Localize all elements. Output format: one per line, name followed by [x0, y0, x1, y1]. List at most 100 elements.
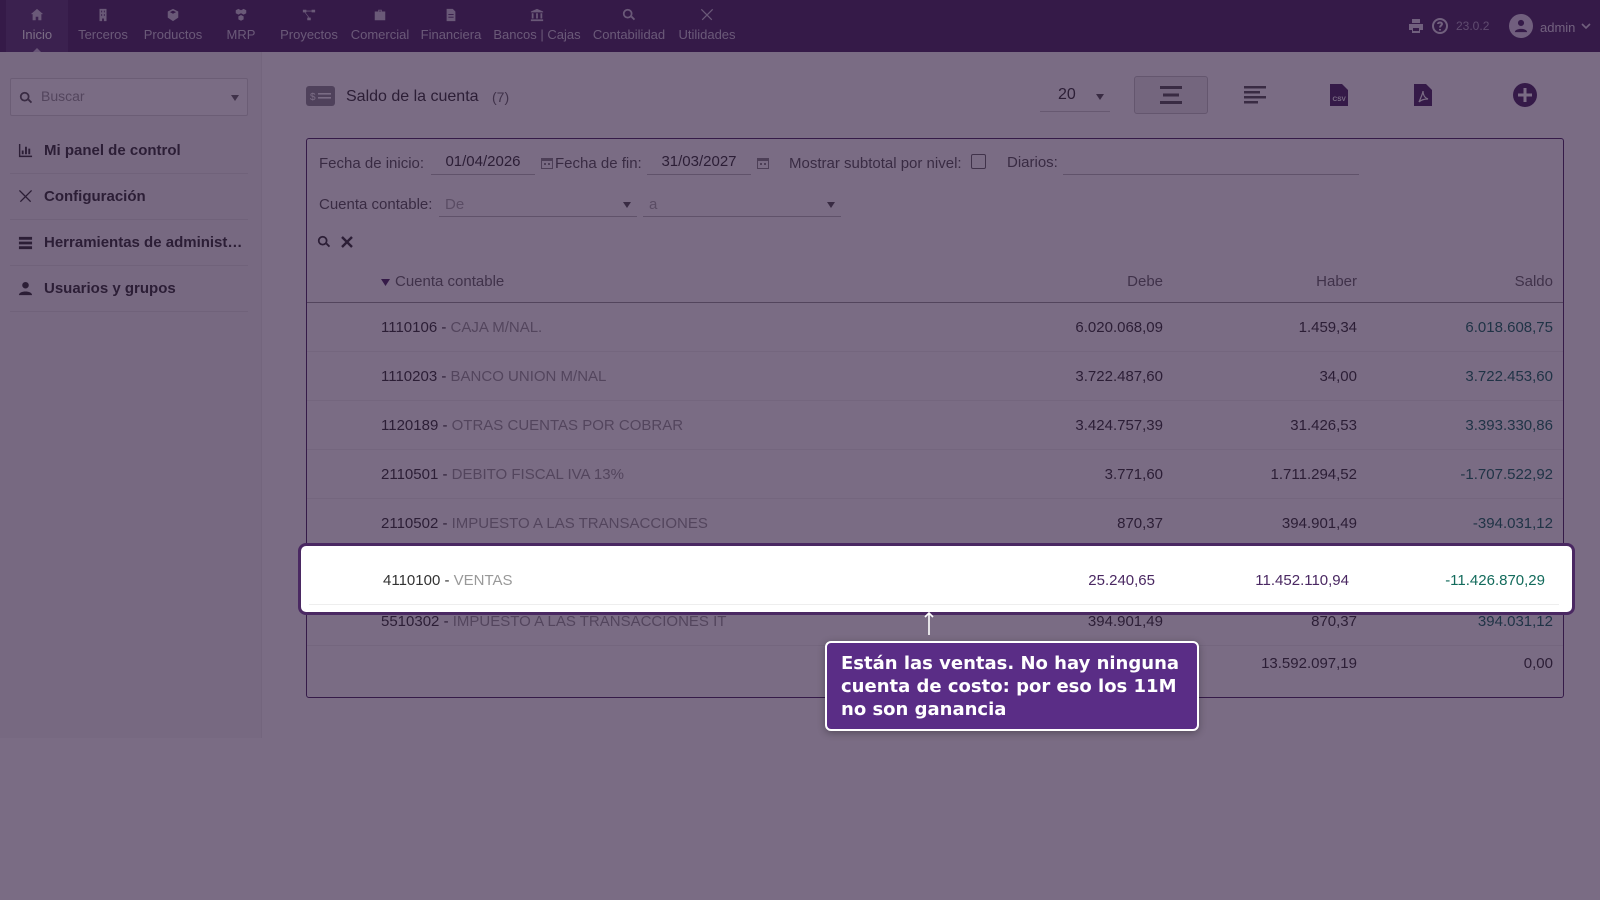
account-code[interactable]: 2110501: [381, 466, 438, 483]
file-invoice-icon: [418, 0, 484, 28]
sidebar-item-admin-tools[interactable]: Herramientas de administ…: [10, 220, 248, 266]
align-center-icon: [1160, 86, 1182, 104]
account-code[interactable]: 4110100: [383, 572, 440, 589]
journals-label: Diarios:: [1007, 154, 1058, 171]
header-account[interactable]: Cuenta contable: [395, 273, 504, 290]
suitcase-icon: [348, 0, 412, 28]
table-header: Cuenta contable Debe Haber Saldo: [307, 259, 1563, 303]
nav-contabilidad[interactable]: Contabilidad: [590, 0, 668, 52]
balance-value: 3.393.330,86: [1465, 417, 1553, 434]
start-date-label: Fecha de inicio:: [319, 155, 425, 172]
balance-value: -394.031,12: [1472, 515, 1553, 532]
debit-value: 870,37: [1117, 515, 1163, 532]
view-list-button[interactable]: [1134, 76, 1208, 114]
export-pdf-button[interactable]: [1386, 76, 1460, 114]
sort-desc-icon: [381, 279, 390, 286]
table-row[interactable]: 1120189 - OTRAS CUENTAS POR COBRAR 3.424…: [307, 401, 1563, 450]
sidebar-item-configuracion[interactable]: Configuración: [10, 174, 248, 220]
add-new-button[interactable]: [1488, 76, 1562, 114]
plus-circle-icon: [1513, 83, 1537, 107]
page-title: Saldo de la cuenta: [346, 88, 479, 105]
sidebar-item-users-groups[interactable]: Usuarios y grupos: [10, 266, 248, 312]
chart-bar-icon: [18, 143, 33, 158]
home-icon: [6, 0, 68, 28]
help-icon[interactable]: [1432, 18, 1448, 34]
nav-productos[interactable]: Productos: [140, 0, 206, 52]
svg-text:$: $: [310, 92, 316, 103]
credit-value: 31.426,53: [1290, 417, 1357, 434]
subtotal-checkbox[interactable]: [971, 154, 986, 169]
export-csv-button[interactable]: CSV: [1302, 76, 1376, 114]
user-icon: [18, 281, 33, 296]
tooltip-text: Están las ventas. No hay ninguna cuenta …: [841, 653, 1180, 720]
search-icon[interactable]: [317, 235, 331, 249]
account-name: IMPUESTO A LAS TRANSACCIONES: [451, 515, 708, 532]
nav-terceros[interactable]: Terceros: [72, 0, 134, 52]
header-debit[interactable]: Debe: [1127, 273, 1163, 290]
table-row[interactable]: 1110106 - CAJA M/NAL. 6.020.068,09 1.459…: [307, 303, 1563, 352]
account-balance-icon: $: [306, 86, 335, 106]
tutorial-tooltip: Están las ventas. No hay ninguna cuenta …: [825, 641, 1199, 731]
search-input[interactable]: [41, 88, 221, 104]
nav-inicio[interactable]: Inicio: [6, 0, 68, 52]
nav-bancos-cajas[interactable]: Bancos | Cajas: [492, 0, 582, 52]
csv-file-icon: CSV: [1330, 84, 1348, 106]
page-size-select[interactable]: 20: [1040, 80, 1110, 112]
nav-financiera[interactable]: Financiera: [418, 0, 484, 52]
credit-value: 394.901,49: [1281, 515, 1357, 532]
balance-value: -1.707.522,92: [1460, 466, 1553, 483]
account-code[interactable]: 1120189: [381, 417, 438, 434]
nav-comercial[interactable]: Comercial: [348, 0, 412, 52]
search-icon: [19, 91, 33, 104]
calendar-icon[interactable]: [541, 157, 553, 169]
sidebar-item-dashboard[interactable]: Mi panel de control: [10, 128, 248, 174]
nav-utilidades[interactable]: Utilidades: [674, 0, 740, 52]
balance-value: 6.018.608,75: [1465, 319, 1553, 336]
balance-value: 394.031,12: [1477, 613, 1553, 630]
arrow-up-icon: [924, 612, 934, 635]
account-code[interactable]: 2110502: [381, 515, 438, 532]
account-name: CAJA M/NAL.: [450, 319, 543, 336]
table-row[interactable]: 2110502 - IMPUESTO A LAS TRANSACCIONES 8…: [307, 499, 1563, 548]
credit-value: 11.452.110,94: [1255, 572, 1349, 589]
account-code[interactable]: 1110106: [381, 319, 437, 336]
account-name: VENTAS: [453, 572, 513, 589]
subtotal-label: Mostrar subtotal por nivel:: [789, 155, 962, 172]
account-code[interactable]: 1110203: [381, 368, 437, 385]
account-to-select[interactable]: a: [643, 191, 841, 217]
cubes-icon: [216, 0, 266, 28]
debit-value: 25.240,65: [1088, 572, 1155, 589]
journals-input[interactable]: [1063, 149, 1359, 175]
caret-down-icon[interactable]: [231, 95, 239, 101]
close-icon[interactable]: [341, 236, 353, 248]
end-date-label: Fecha de fin:: [555, 155, 642, 172]
version-label: 23.0.2: [1456, 19, 1490, 33]
calendar-icon[interactable]: [757, 157, 769, 169]
user-avatar[interactable]: [1509, 14, 1533, 38]
header-balance[interactable]: Saldo: [1515, 273, 1553, 290]
pdf-file-icon: [1414, 84, 1432, 106]
user-name[interactable]: admin: [1540, 20, 1575, 35]
print-icon[interactable]: [1408, 18, 1424, 34]
end-date-input[interactable]: [647, 149, 751, 175]
sidebar-search[interactable]: [10, 78, 248, 116]
nav-mrp[interactable]: MRP: [216, 0, 266, 52]
table-row[interactable]: 1110203 - BANCO UNION M/NAL 3.722.487,60…: [307, 352, 1563, 401]
table-row-highlighted[interactable]: 4110100 - VENTAS 25.240,65 11.452.110,94…: [309, 556, 1559, 605]
account-code[interactable]: 5510302: [381, 613, 439, 630]
start-date-input[interactable]: [431, 149, 535, 175]
credit-value: 1.711.294,52: [1270, 466, 1357, 483]
header-credit[interactable]: Haber: [1316, 273, 1357, 290]
top-navigation-bar: Inicio Terceros Productos MRP Proyectos …: [0, 0, 1600, 52]
chevron-down-icon[interactable]: [1581, 22, 1591, 30]
account-from-select[interactable]: De: [439, 191, 637, 217]
server-icon: [18, 236, 33, 250]
table-row[interactable]: 2110501 - DEBITO FISCAL IVA 13% 3.771,60…: [307, 450, 1563, 499]
record-count: (7): [492, 89, 510, 105]
total-credit: 13.592.097,19: [1261, 655, 1357, 672]
caret-down-icon: [1096, 94, 1104, 100]
nav-proyectos[interactable]: Proyectos: [278, 0, 340, 52]
view-hierarchy-button[interactable]: [1218, 76, 1292, 114]
bank-icon: [492, 0, 582, 28]
debit-value: 3.722.487,60: [1075, 368, 1163, 385]
